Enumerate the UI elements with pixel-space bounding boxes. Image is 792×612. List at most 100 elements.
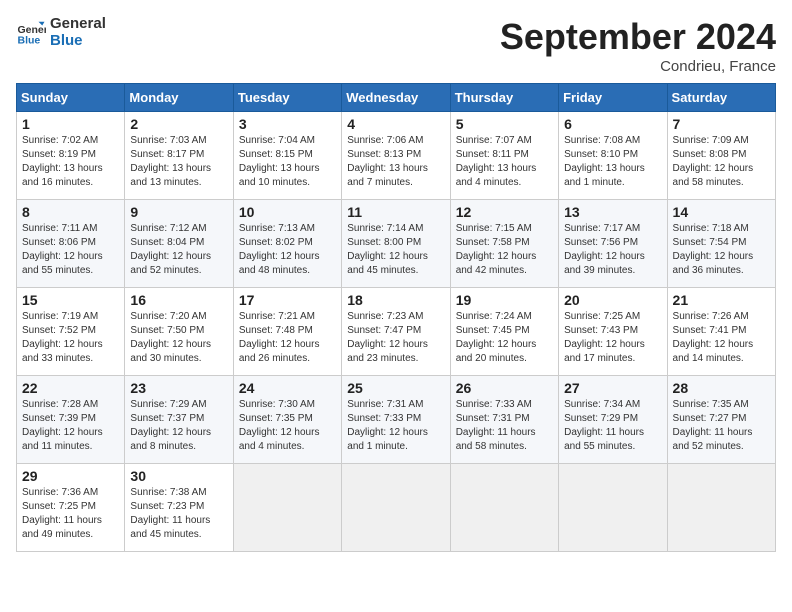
calendar-cell: 14 Sunrise: 7:18 AM Sunset: 7:54 PM Dayl… (667, 200, 775, 288)
cell-details: Sunrise: 7:14 AM Sunset: 8:00 PM Dayligh… (347, 222, 444, 278)
calendar-week-3: 15 Sunrise: 7:19 AM Sunset: 7:52 PM Dayl… (17, 288, 776, 376)
cell-details: Sunrise: 7:33 AM Sunset: 7:31 PM Dayligh… (456, 398, 553, 454)
cell-details: Sunrise: 7:31 AM Sunset: 7:33 PM Dayligh… (347, 398, 444, 454)
day-number: 3 (239, 116, 336, 132)
calendar-cell: 25 Sunrise: 7:31 AM Sunset: 7:33 PM Dayl… (342, 376, 450, 464)
calendar-week-5: 29 Sunrise: 7:36 AM Sunset: 7:25 PM Dayl… (17, 464, 776, 552)
logo-icon: General Blue (16, 18, 46, 48)
day-number: 29 (22, 468, 119, 484)
calendar-cell: 1 Sunrise: 7:02 AM Sunset: 8:19 PM Dayli… (17, 112, 125, 200)
day-number: 16 (130, 292, 227, 308)
calendar-cell: 16 Sunrise: 7:20 AM Sunset: 7:50 PM Dayl… (125, 288, 233, 376)
calendar-cell: 3 Sunrise: 7:04 AM Sunset: 8:15 PM Dayli… (233, 112, 341, 200)
day-number: 6 (564, 116, 661, 132)
day-number: 22 (22, 380, 119, 396)
day-number: 26 (456, 380, 553, 396)
calendar-cell (559, 464, 667, 552)
day-number: 23 (130, 380, 227, 396)
calendar-cell: 29 Sunrise: 7:36 AM Sunset: 7:25 PM Dayl… (17, 464, 125, 552)
day-number: 8 (22, 204, 119, 220)
cell-details: Sunrise: 7:11 AM Sunset: 8:06 PM Dayligh… (22, 222, 119, 278)
cell-details: Sunrise: 7:36 AM Sunset: 7:25 PM Dayligh… (22, 486, 119, 542)
cell-details: Sunrise: 7:07 AM Sunset: 8:11 PM Dayligh… (456, 134, 553, 190)
cell-details: Sunrise: 7:23 AM Sunset: 7:47 PM Dayligh… (347, 310, 444, 366)
day-number: 1 (22, 116, 119, 132)
calendar-cell (233, 464, 341, 552)
day-number: 4 (347, 116, 444, 132)
calendar-cell: 20 Sunrise: 7:25 AM Sunset: 7:43 PM Dayl… (559, 288, 667, 376)
calendar-cell: 24 Sunrise: 7:30 AM Sunset: 7:35 PM Dayl… (233, 376, 341, 464)
location: Condrieu, France (500, 58, 776, 75)
calendar-cell: 23 Sunrise: 7:29 AM Sunset: 7:37 PM Dayl… (125, 376, 233, 464)
cell-details: Sunrise: 7:19 AM Sunset: 7:52 PM Dayligh… (22, 310, 119, 366)
cell-details: Sunrise: 7:04 AM Sunset: 8:15 PM Dayligh… (239, 134, 336, 190)
day-number: 12 (456, 204, 553, 220)
header-tuesday: Tuesday (233, 84, 341, 112)
calendar-cell: 10 Sunrise: 7:13 AM Sunset: 8:02 PM Dayl… (233, 200, 341, 288)
calendar-cell (342, 464, 450, 552)
calendar-week-4: 22 Sunrise: 7:28 AM Sunset: 7:39 PM Dayl… (17, 376, 776, 464)
day-number: 7 (673, 116, 770, 132)
calendar-cell: 6 Sunrise: 7:08 AM Sunset: 8:10 PM Dayli… (559, 112, 667, 200)
logo-general: General (50, 16, 106, 33)
cell-details: Sunrise: 7:29 AM Sunset: 7:37 PM Dayligh… (130, 398, 227, 454)
day-number: 11 (347, 204, 444, 220)
cell-details: Sunrise: 7:34 AM Sunset: 7:29 PM Dayligh… (564, 398, 661, 454)
calendar-cell: 26 Sunrise: 7:33 AM Sunset: 7:31 PM Dayl… (450, 376, 558, 464)
svg-text:Blue: Blue (18, 34, 41, 46)
day-number: 5 (456, 116, 553, 132)
header-sunday: Sunday (17, 84, 125, 112)
cell-details: Sunrise: 7:13 AM Sunset: 8:02 PM Dayligh… (239, 222, 336, 278)
calendar-cell: 28 Sunrise: 7:35 AM Sunset: 7:27 PM Dayl… (667, 376, 775, 464)
day-number: 20 (564, 292, 661, 308)
calendar-cell: 7 Sunrise: 7:09 AM Sunset: 8:08 PM Dayli… (667, 112, 775, 200)
calendar-cell: 22 Sunrise: 7:28 AM Sunset: 7:39 PM Dayl… (17, 376, 125, 464)
cell-details: Sunrise: 7:24 AM Sunset: 7:45 PM Dayligh… (456, 310, 553, 366)
cell-details: Sunrise: 7:21 AM Sunset: 7:48 PM Dayligh… (239, 310, 336, 366)
header-saturday: Saturday (667, 84, 775, 112)
calendar-cell: 30 Sunrise: 7:38 AM Sunset: 7:23 PM Dayl… (125, 464, 233, 552)
header-friday: Friday (559, 84, 667, 112)
calendar-table: SundayMondayTuesdayWednesdayThursdayFrid… (16, 83, 776, 552)
logo: General Blue General Blue (16, 16, 106, 49)
day-number: 2 (130, 116, 227, 132)
day-number: 18 (347, 292, 444, 308)
month-title: September 2024 (500, 16, 776, 58)
cell-details: Sunrise: 7:20 AM Sunset: 7:50 PM Dayligh… (130, 310, 227, 366)
calendar-cell: 8 Sunrise: 7:11 AM Sunset: 8:06 PM Dayli… (17, 200, 125, 288)
calendar-week-2: 8 Sunrise: 7:11 AM Sunset: 8:06 PM Dayli… (17, 200, 776, 288)
calendar-cell (667, 464, 775, 552)
day-number: 10 (239, 204, 336, 220)
day-number: 28 (673, 380, 770, 396)
calendar-week-1: 1 Sunrise: 7:02 AM Sunset: 8:19 PM Dayli… (17, 112, 776, 200)
day-number: 9 (130, 204, 227, 220)
cell-details: Sunrise: 7:38 AM Sunset: 7:23 PM Dayligh… (130, 486, 227, 542)
cell-details: Sunrise: 7:30 AM Sunset: 7:35 PM Dayligh… (239, 398, 336, 454)
header-thursday: Thursday (450, 84, 558, 112)
day-number: 21 (673, 292, 770, 308)
cell-details: Sunrise: 7:28 AM Sunset: 7:39 PM Dayligh… (22, 398, 119, 454)
calendar-cell: 11 Sunrise: 7:14 AM Sunset: 8:00 PM Dayl… (342, 200, 450, 288)
calendar-cell: 21 Sunrise: 7:26 AM Sunset: 7:41 PM Dayl… (667, 288, 775, 376)
cell-details: Sunrise: 7:02 AM Sunset: 8:19 PM Dayligh… (22, 134, 119, 190)
day-number: 19 (456, 292, 553, 308)
cell-details: Sunrise: 7:15 AM Sunset: 7:58 PM Dayligh… (456, 222, 553, 278)
calendar-cell: 15 Sunrise: 7:19 AM Sunset: 7:52 PM Dayl… (17, 288, 125, 376)
calendar-cell: 27 Sunrise: 7:34 AM Sunset: 7:29 PM Dayl… (559, 376, 667, 464)
day-number: 30 (130, 468, 227, 484)
day-number: 27 (564, 380, 661, 396)
day-number: 15 (22, 292, 119, 308)
calendar-cell: 13 Sunrise: 7:17 AM Sunset: 7:56 PM Dayl… (559, 200, 667, 288)
day-number: 25 (347, 380, 444, 396)
cell-details: Sunrise: 7:03 AM Sunset: 8:17 PM Dayligh… (130, 134, 227, 190)
cell-details: Sunrise: 7:06 AM Sunset: 8:13 PM Dayligh… (347, 134, 444, 190)
calendar-cell: 4 Sunrise: 7:06 AM Sunset: 8:13 PM Dayli… (342, 112, 450, 200)
cell-details: Sunrise: 7:26 AM Sunset: 7:41 PM Dayligh… (673, 310, 770, 366)
cell-details: Sunrise: 7:08 AM Sunset: 8:10 PM Dayligh… (564, 134, 661, 190)
day-number: 14 (673, 204, 770, 220)
page-header: General Blue General Blue September 2024… (16, 16, 776, 75)
calendar-cell (450, 464, 558, 552)
logo-blue: Blue (50, 33, 106, 50)
calendar-cell: 17 Sunrise: 7:21 AM Sunset: 7:48 PM Dayl… (233, 288, 341, 376)
day-number: 17 (239, 292, 336, 308)
